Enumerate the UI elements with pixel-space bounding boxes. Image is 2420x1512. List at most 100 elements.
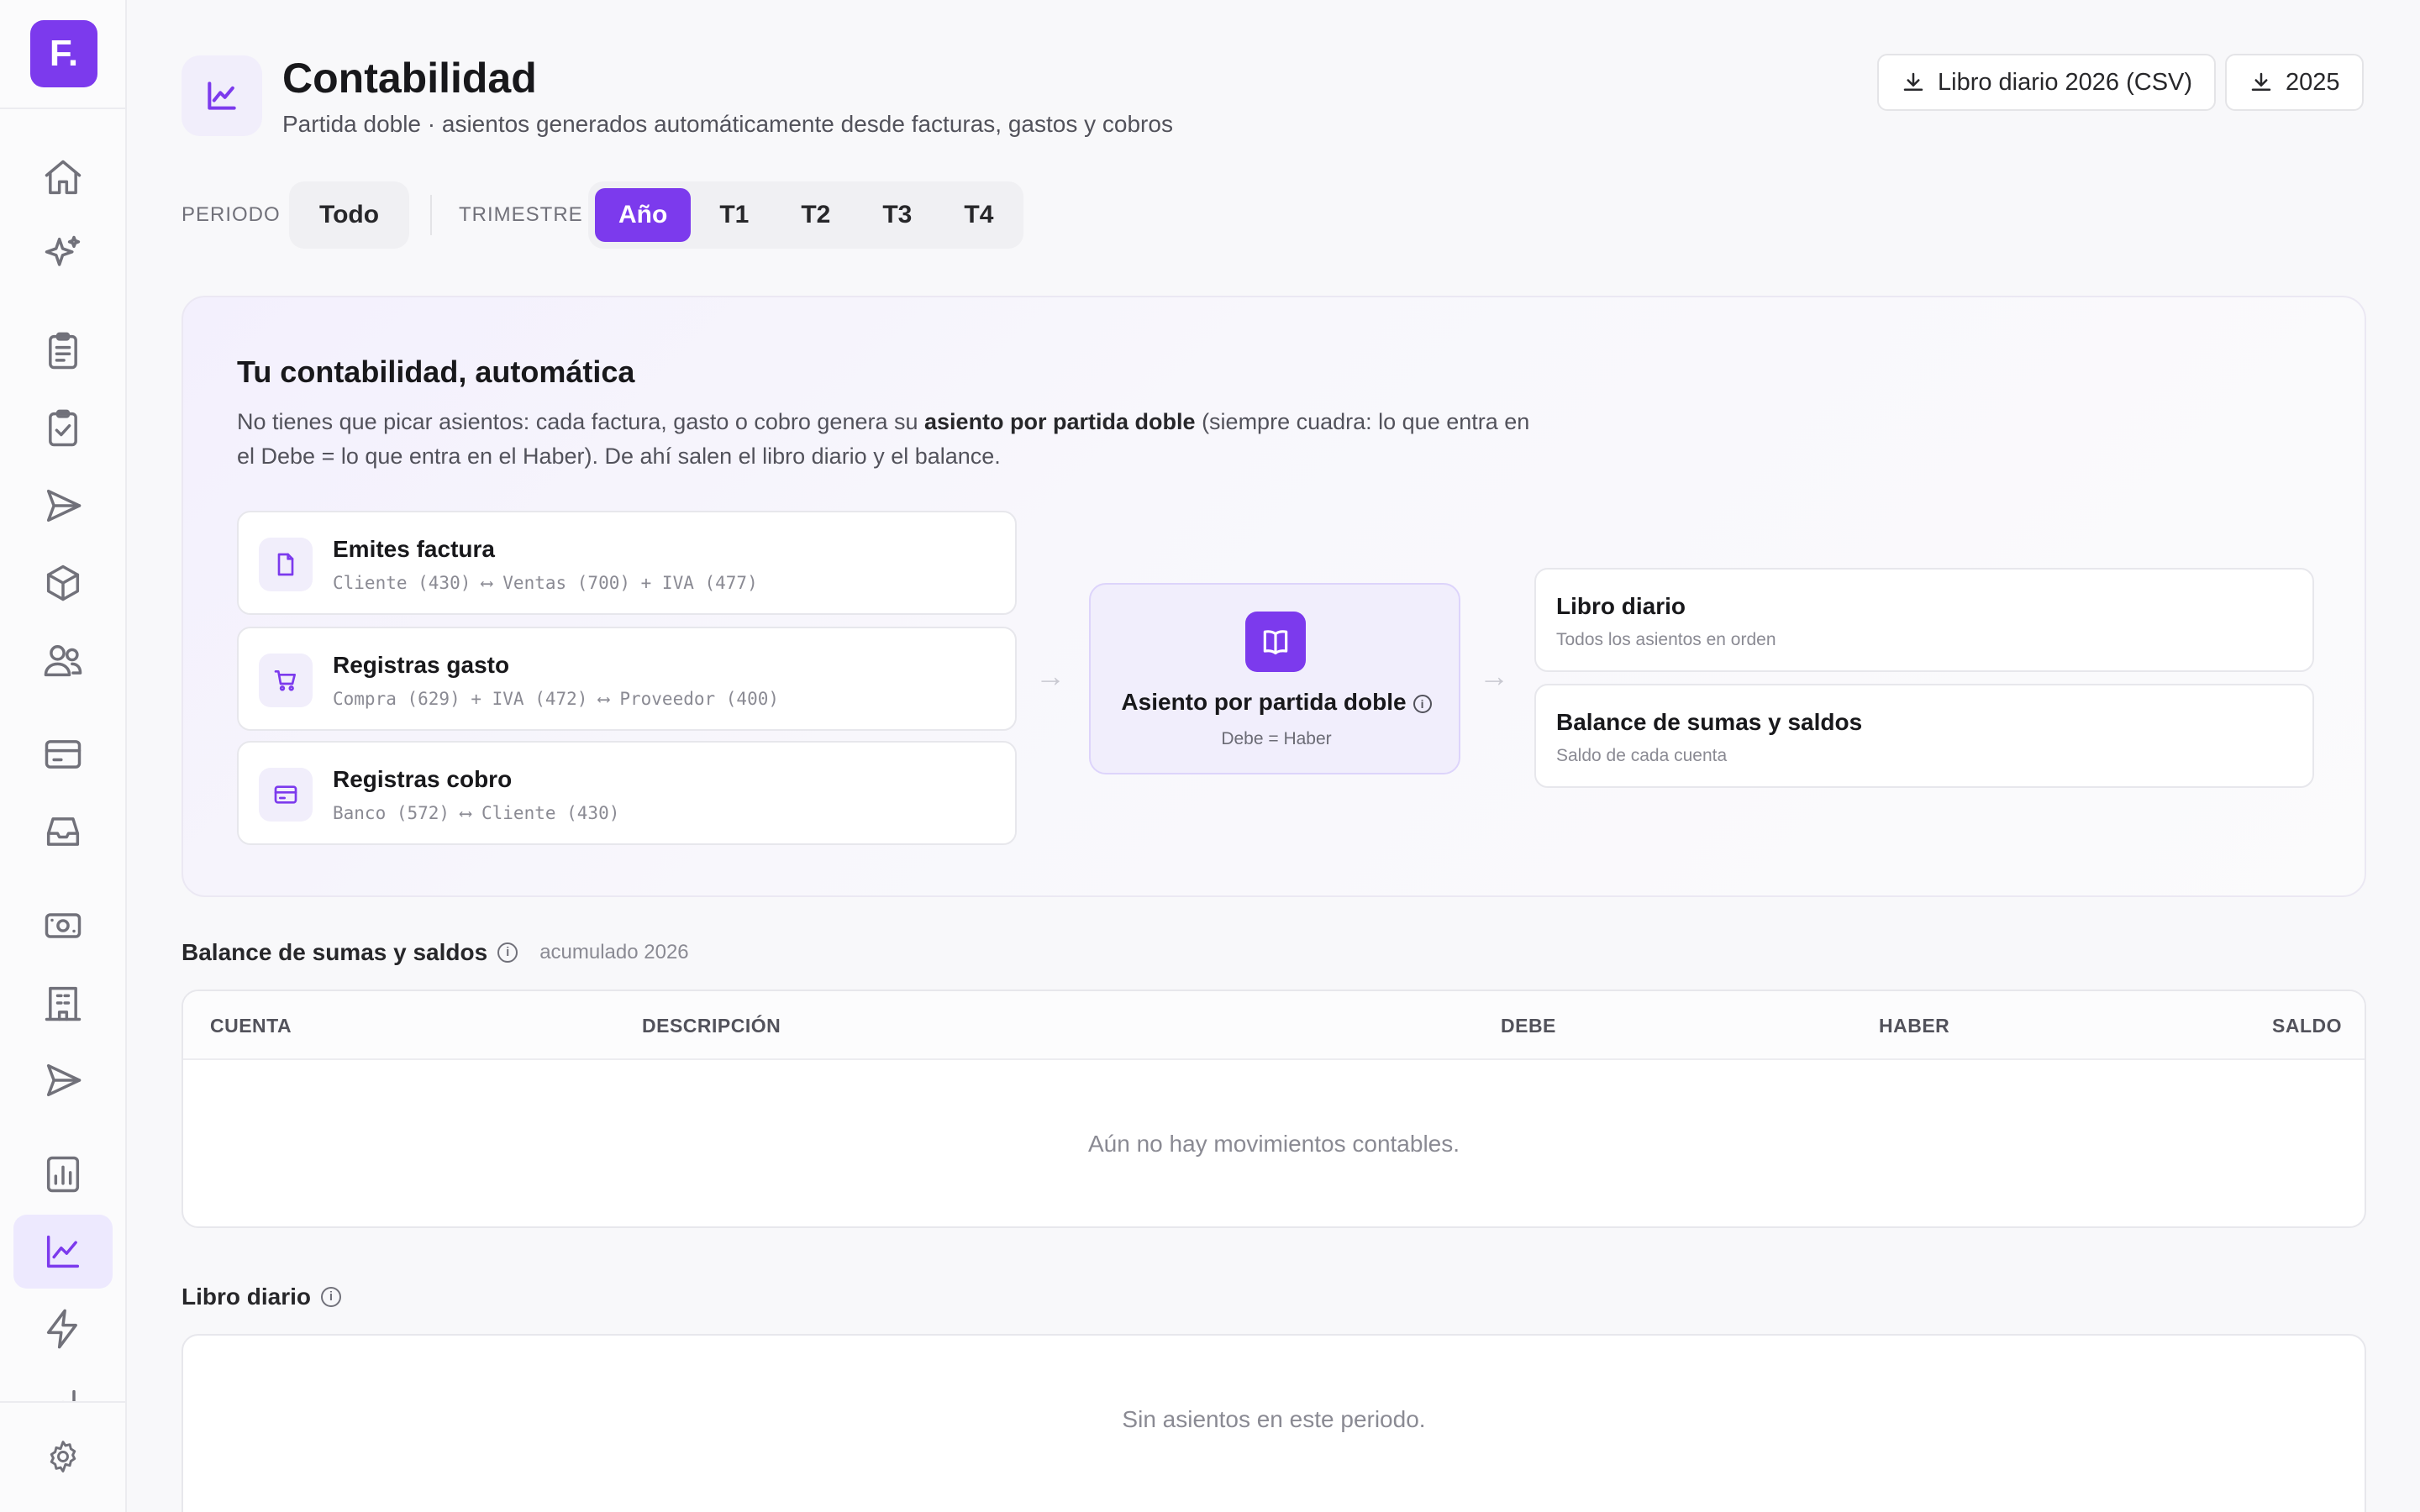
output-card-journal: Libro diario Todos los asientos en orden [1534, 568, 2314, 672]
explainer-text-bold: asiento por partida doble [924, 409, 1196, 434]
journal-empty-message: Sin asientos en este periodo. [1122, 1406, 1426, 1432]
app-logo[interactable]: F. [30, 20, 97, 87]
sidebar-item-quotes[interactable] [13, 314, 113, 388]
export-journal-csv-button[interactable]: Libro diario 2026 (CSV) [1877, 54, 2217, 111]
sidebar-item-automations[interactable] [13, 1292, 113, 1366]
credit-card-icon [45, 740, 82, 769]
sidebar-item-company[interactable] [13, 966, 113, 1040]
source-title: Emites factura [333, 536, 495, 562]
send-icon [46, 1063, 82, 1097]
lightning-icon [46, 1309, 77, 1349]
source-card-invoice: Emites factura Cliente (430) ⟷ Ventas (7… [237, 511, 1017, 615]
page-subtitle: Partida doble · asientos generados autom… [282, 111, 1173, 137]
sidebar-item-analytics[interactable] [13, 1369, 113, 1403]
document-icon [259, 538, 313, 591]
sidebar-item-invoices[interactable] [13, 391, 113, 465]
export-year-label: 2025 [2286, 68, 2340, 96]
sidebar-item-reports[interactable] [13, 1137, 113, 1211]
sidebar-item-sent[interactable] [13, 1043, 113, 1117]
quarter-option-year[interactable]: Año [595, 188, 692, 242]
line-chart-icon [46, 1235, 80, 1268]
export-year-button[interactable]: 2025 [2225, 54, 2364, 111]
sidebar-item-accounting[interactable] [13, 1215, 113, 1289]
quarter-option-t2[interactable]: T2 [777, 188, 854, 242]
sidebar-item-inbox[interactable] [13, 795, 113, 869]
flow-arrow-icon: → [1035, 659, 1065, 693]
source-detail: Compra (629) + IVA (472) ⟷ Proveedor (40… [333, 689, 780, 709]
book-icon [1245, 612, 1306, 672]
info-icon[interactable]: i [1413, 695, 1432, 713]
journal-title: Libro diario [182, 1284, 311, 1310]
balance-note: acumulado 2026 [539, 941, 689, 963]
balance-section-heading: Balance de sumas y saldos i acumulado 20… [182, 939, 689, 966]
banknote-icon [45, 913, 82, 938]
send-icon [46, 489, 82, 522]
column-header-balance[interactable]: SALDO [2272, 1015, 2342, 1037]
period-option-all[interactable]: Todo [296, 188, 402, 242]
output-card-balance: Balance de sumas y saldos Saldo de cada … [1534, 684, 2314, 788]
balance-title: Balance de sumas y saldos [182, 939, 488, 965]
output-title: Libro diario [1556, 593, 1686, 619]
info-icon[interactable]: i [497, 942, 518, 963]
sidebar-item-home[interactable] [13, 141, 113, 215]
source-detail: Banco (572) ⟷ Cliente (430) [333, 803, 620, 823]
page-title: Contabilidad [282, 55, 537, 102]
source-card-payment: Registras cobro Banco (572) ⟷ Cliente (4… [237, 741, 1017, 845]
cart-icon [259, 654, 313, 707]
card-icon [259, 768, 313, 822]
clipboard-check-icon [49, 409, 77, 447]
column-header-description[interactable]: DESCRIPCIÓN [642, 1015, 781, 1037]
quarter-option-t1[interactable]: T1 [696, 188, 772, 242]
sidebar-item-settings[interactable] [13, 1420, 113, 1494]
sidebar-item-products[interactable] [13, 546, 113, 620]
home-icon [45, 160, 82, 195]
explainer-title: Tu contabilidad, automática [237, 354, 635, 389]
sidebar-item-cash[interactable] [13, 889, 113, 963]
quarter-label: TRIMESTRE [459, 203, 583, 226]
column-header-credit[interactable]: HABER [1879, 1015, 1949, 1037]
source-title: Registras gasto [333, 652, 510, 678]
gear-icon [50, 1441, 76, 1473]
sidebar: F. [0, 0, 127, 1512]
source-detail: Cliente (430) ⟷ Ventas (700) + IVA (477) [333, 573, 758, 593]
double-entry-title: Asiento por partida doble i [1091, 689, 1462, 716]
download-icon [1903, 72, 1923, 91]
table-header: CUENTA DESCRIPCIÓN DEBE HABER SALDO [183, 991, 2365, 1060]
period-label: PERIODO [182, 203, 281, 226]
quarter-selector: Año T1 T2 T3 T4 [588, 181, 1024, 249]
balance-empty-message: Aún no hay movimientos contables. [1087, 1131, 1460, 1157]
journal-card: Sin asientos en este periodo. [182, 1334, 2366, 1512]
flow-arrow-icon: → [1479, 659, 1509, 693]
export-journal-csv-label: Libro diario 2026 (CSV) [1938, 68, 2193, 96]
sidebar-item-clients[interactable] [13, 623, 113, 697]
sidebar-item-assistant[interactable] [13, 217, 113, 291]
double-entry-subtitle: Debe = Haber [1221, 729, 1332, 748]
column-header-account[interactable]: CUENTA [210, 1015, 292, 1037]
sidebar-item-send[interactable] [13, 469, 113, 543]
double-entry-card: Asiento por partida doble i Debe = Haber [1089, 583, 1460, 774]
download-icon [2251, 72, 2271, 91]
output-subtitle: Todos los asientos en orden [1556, 630, 1776, 649]
info-icon[interactable]: i [321, 1287, 341, 1307]
column-header-debit[interactable]: DEBE [1501, 1015, 1556, 1037]
source-title: Registras cobro [333, 766, 513, 792]
sidebar-item-payments[interactable] [13, 717, 113, 791]
explainer-text: No tienes que picar asientos: cada factu… [237, 405, 1548, 474]
clipboard-list-icon [49, 332, 77, 370]
quarter-option-t4[interactable]: T4 [940, 188, 1017, 242]
explainer-text-start: No tienes que picar asientos: cada factu… [237, 409, 925, 434]
filter-divider [430, 195, 432, 235]
building-icon [45, 986, 82, 1021]
inbox-icon [46, 817, 80, 846]
sidebar-divider [0, 1401, 127, 1403]
output-title: Balance de sumas y saldos [1556, 709, 1863, 735]
page-icon [182, 55, 262, 136]
period-selector: Todo [289, 181, 410, 249]
sparkles-icon [45, 235, 81, 266]
line-chart-icon [208, 81, 236, 110]
bar-chart-icon [61, 1389, 76, 1403]
users-icon [44, 645, 82, 677]
sidebar-divider [0, 108, 127, 109]
quarter-option-t3[interactable]: T3 [859, 188, 935, 242]
output-subtitle: Saldo de cada cuenta [1556, 746, 1728, 765]
